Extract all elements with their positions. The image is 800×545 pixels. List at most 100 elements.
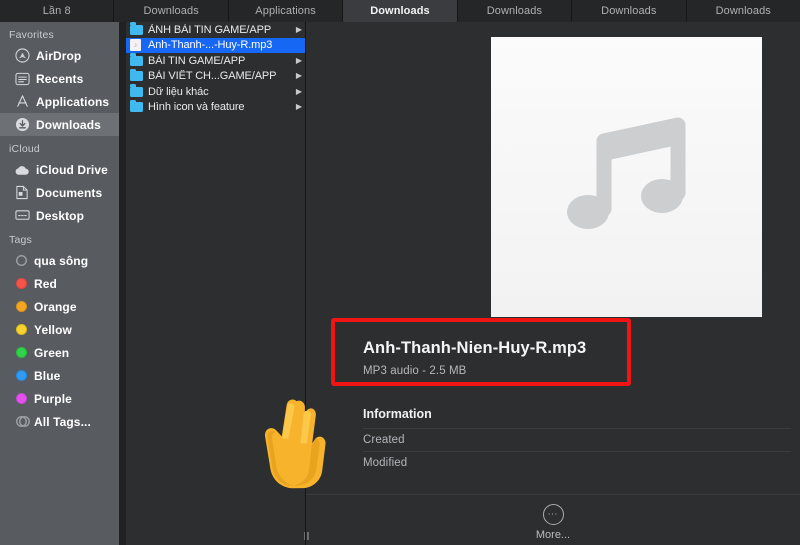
pane-resize-handle[interactable]: [299, 531, 313, 540]
tab-5[interactable]: Downloads: [572, 0, 686, 22]
cloud-icon: [14, 162, 30, 178]
sidebar-item-icloud-drive[interactable]: iCloud Drive: [0, 158, 119, 181]
sidebar-item-airdrop[interactable]: AirDrop: [0, 44, 119, 67]
sidebar-item-orange[interactable]: Orange: [0, 295, 119, 318]
sidebar-item-downloads[interactable]: Downloads: [0, 113, 119, 136]
mp3-file-icon: ♪: [130, 39, 144, 51]
tab-6[interactable]: Downloads: [687, 0, 800, 22]
file-list-row[interactable]: ẢNH BÀI TIN GAME/APP▶: [126, 22, 305, 38]
information-heading: Information: [363, 407, 791, 428]
tab-label: Lần 8: [43, 5, 71, 17]
more-button-label: More...: [536, 529, 570, 541]
file-list-row-name: Anh-Thanh-...-Huy-R.mp3: [148, 39, 294, 51]
information-row: Created: [363, 428, 791, 451]
tag-dot-icon: [16, 255, 27, 266]
sidebar-section-title: iCloud: [0, 136, 119, 158]
sidebar-item-documents[interactable]: Documents: [0, 181, 119, 204]
folder-icon: [130, 55, 144, 67]
sidebar-section-title: Favorites: [0, 22, 119, 44]
tag-dot-icon: [16, 370, 27, 381]
sidebar-item-label: Recents: [36, 72, 83, 86]
file-list-row-name: BÀI TIN GAME/APP: [148, 55, 294, 67]
file-list-row-name: Dữ liệu khác: [148, 86, 294, 98]
sidebar-item-green[interactable]: Green: [0, 341, 119, 364]
file-list-row-name: Hình icon và feature: [148, 101, 294, 113]
sidebar-item-recents[interactable]: Recents: [0, 67, 119, 90]
file-header: Anh-Thanh-Nien-Huy-R.mp3 MP3 audio - 2.5…: [363, 338, 703, 377]
sidebar-item-purple[interactable]: Purple: [0, 387, 119, 410]
chevron-right-icon: ▶: [294, 103, 302, 111]
sidebar-item-applications[interactable]: Applications: [0, 90, 119, 113]
sidebar-item-label: Orange: [34, 300, 77, 314]
resize-grip-line: [307, 532, 309, 540]
tab-label: Downloads: [601, 5, 656, 17]
folder-icon: [130, 70, 144, 82]
documents-icon: [14, 185, 30, 201]
sidebar-item-label: AirDrop: [36, 49, 81, 63]
tab-bar: Lần 8 Downloads Applications Downloads Downl…: [0, 0, 800, 23]
sidebar-item-label: qua sông: [34, 254, 88, 268]
file-name-title: Anh-Thanh-Nien-Huy-R.mp3: [363, 338, 703, 359]
chevron-right-icon: ▶: [294, 26, 302, 34]
sidebar-item-label: All Tags...: [34, 415, 91, 429]
tag-dot-icon: [16, 324, 27, 335]
file-meta-text: MP3 audio - 2.5 MB: [363, 365, 703, 377]
file-list-row[interactable]: Dữ liệu khác▶: [126, 84, 305, 100]
tag-dot-icon: [16, 278, 27, 289]
sidebar-item-label: Red: [34, 277, 57, 291]
finder-window: Lần 8 Downloads Applications Downloads Downl…: [0, 0, 800, 545]
sidebar-item-label: Documents: [36, 186, 102, 200]
information-row: Modified: [363, 451, 791, 474]
folder-icon: [130, 86, 144, 98]
tab-label: Downloads: [143, 5, 198, 17]
resize-grip-line: [304, 532, 306, 540]
sidebar: Favorites AirDrop Recents Applications Downl…: [0, 22, 119, 545]
ellipsis-circle-icon: ⋯: [543, 504, 564, 525]
folder-icon: [130, 24, 144, 36]
more-button[interactable]: ⋯ More...: [306, 494, 800, 541]
desktop-icon: [14, 208, 30, 224]
tab-2[interactable]: Applications: [229, 0, 343, 22]
preview-pane: Anh-Thanh-Nien-Huy-R.mp3 MP3 audio - 2.5…: [306, 22, 800, 545]
tag-dot-icon: [16, 301, 27, 312]
chevron-right-icon: ▶: [294, 57, 302, 65]
chevron-right-icon: ▶: [294, 88, 302, 96]
folder-icon: [130, 101, 144, 113]
sidebar-item-label: Yellow: [34, 323, 72, 337]
sidebar-item-label: Desktop: [36, 209, 84, 223]
file-list-row[interactable]: Hình icon và feature▶: [126, 100, 305, 116]
tab-label: Downloads: [370, 5, 430, 17]
tab-0[interactable]: Lần 8: [0, 0, 114, 22]
sidebar-item-label: Green: [34, 346, 69, 360]
tab-3[interactable]: Downloads: [343, 0, 457, 22]
tag-dot-icon: [16, 347, 27, 358]
applications-icon: [14, 94, 30, 110]
downloads-icon: [14, 117, 30, 133]
tab-label: Applications: [255, 5, 316, 17]
sidebar-item-label: Applications: [36, 95, 109, 109]
tab-label: Downloads: [487, 5, 542, 17]
file-list-column[interactable]: ẢNH BÀI TIN GAME/APP▶♪Anh-Thanh-...-Huy-…: [126, 22, 306, 545]
sidebar-item-yellow[interactable]: Yellow: [0, 318, 119, 341]
file-list-row-name: BÀI VIẾT CH...GAME/APP: [148, 70, 294, 82]
file-list-row[interactable]: BÀI VIẾT CH...GAME/APP▶: [126, 69, 305, 85]
airdrop-icon: [14, 48, 30, 64]
tab-1[interactable]: Downloads: [114, 0, 228, 22]
sidebar-item-all-tags[interactable]: All Tags...: [0, 410, 119, 433]
sidebar-item-desktop[interactable]: Desktop: [0, 204, 119, 227]
file-list-row-name: ẢNH BÀI TIN GAME/APP: [148, 24, 294, 36]
file-list-row[interactable]: BÀI TIN GAME/APP▶: [126, 53, 305, 69]
sidebar-item-label: Downloads: [36, 118, 101, 132]
recents-icon: [14, 71, 30, 87]
sidebar-item-blue[interactable]: Blue: [0, 364, 119, 387]
tab-4[interactable]: Downloads: [458, 0, 572, 22]
sidebar-item-red[interactable]: Red: [0, 272, 119, 295]
sidebar-divider: [119, 22, 126, 545]
sidebar-item-label: iCloud Drive: [36, 163, 108, 177]
tag-dot-icon: [16, 393, 27, 404]
sidebar-item-qua-s-ng[interactable]: qua sông: [0, 249, 119, 272]
information-section: Information CreatedModified: [363, 407, 791, 474]
all-tags-icon: [16, 416, 27, 427]
tab-label: Downloads: [716, 5, 771, 17]
file-list-row[interactable]: ♪ Anh-Thanh-...-Huy-R.mp3: [126, 38, 305, 54]
